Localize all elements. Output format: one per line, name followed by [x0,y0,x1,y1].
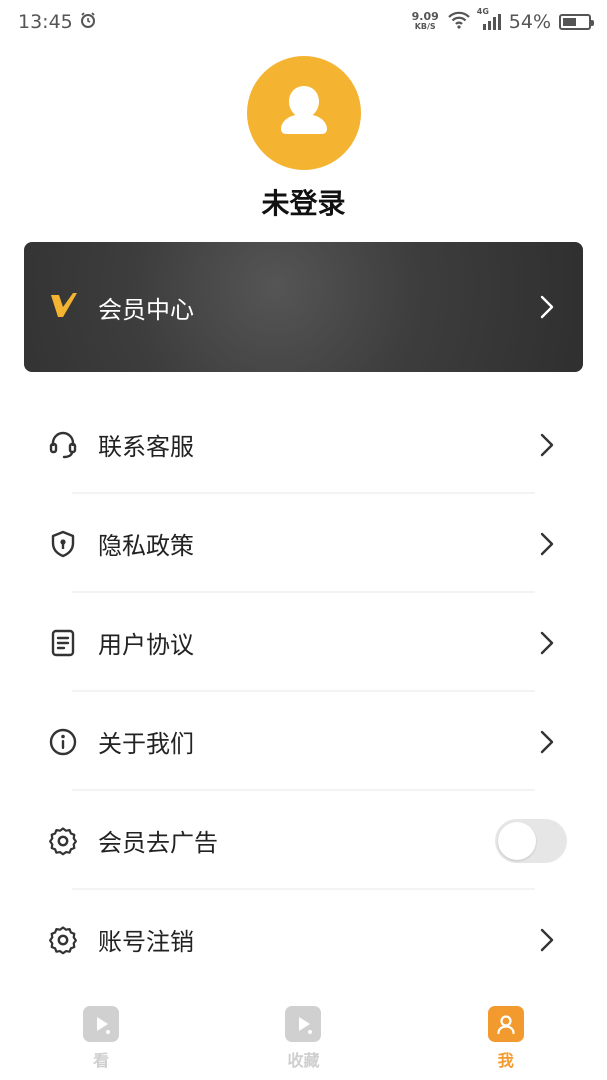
headset-icon [47,429,79,461]
bottom-tab-bar: 看 收藏 我 [0,1000,607,1080]
menu-item-about-us[interactable]: 关于我们 [0,692,607,791]
gear-icon [47,825,79,857]
tab-label: 收藏 [287,1051,320,1070]
profile-header: 未登录 [0,56,607,222]
chevron-right-icon [537,628,557,658]
info-icon [47,726,79,758]
menu-item-user-agreement[interactable]: 用户协议 [0,593,607,692]
menu-item-delete-account[interactable]: 账号注销 [0,890,607,989]
network-speed: 9.09 KB/S [411,10,439,31]
cellular-signal-icon: 4G [477,7,501,31]
menu-item-label: 用户协议 [98,631,194,659]
gear-icon [47,924,79,956]
menu-item-label: 隐私政策 [98,532,194,560]
toggle-knob [498,821,536,860]
battery-percent: 54% [508,11,551,33]
profile-screen: 13:45 9.09 KB/S 4G 54% 未登录 会员中心 联系客服 隐私政… [0,0,607,1080]
document-icon [47,627,79,659]
vip-center-label: 会员中心 [98,295,194,324]
video-icon [285,1006,322,1042]
menu-item-label: 账号注销 [98,928,194,956]
video-icon [83,1006,120,1042]
vip-logo-icon [50,292,78,322]
shield-lock-icon [47,528,79,560]
status-bar: 13:45 9.09 KB/S 4G 54% [0,0,607,44]
user-icon [487,1006,524,1042]
tab-watch[interactable]: 看 [36,1006,166,1071]
tab-label: 看 [93,1051,110,1070]
wifi-icon [447,11,471,34]
settings-menu: 联系客服 隐私政策 用户协议 关于我们 会员去广告 账号注销 [0,395,607,989]
chevron-right-icon [537,727,557,757]
vip-center-card[interactable]: 会员中心 [24,242,583,372]
chevron-right-icon [537,529,557,559]
menu-item-contact-support[interactable]: 联系客服 [0,395,607,494]
login-status-text[interactable]: 未登录 [261,182,345,222]
tab-label: 我 [497,1051,514,1070]
menu-item-privacy-policy[interactable]: 隐私政策 [0,494,607,593]
tab-favorites[interactable]: 收藏 [238,1006,368,1071]
battery-icon [559,14,594,30]
ad-free-toggle[interactable] [495,818,567,863]
menu-item-label: 会员去广告 [98,829,218,857]
alarm-icon [79,11,97,34]
tab-me[interactable]: 我 [441,1006,571,1071]
chevron-right-icon [537,292,557,322]
chevron-right-icon [537,925,557,955]
chevron-right-icon [537,430,557,460]
menu-item-vip-ad-free: 会员去广告 [0,791,607,890]
menu-item-label: 联系客服 [98,433,194,461]
avatar[interactable] [246,56,361,170]
clock-time: 13:45 [18,11,73,33]
menu-item-label: 关于我们 [98,730,194,758]
user-silhouette-icon [269,76,339,150]
